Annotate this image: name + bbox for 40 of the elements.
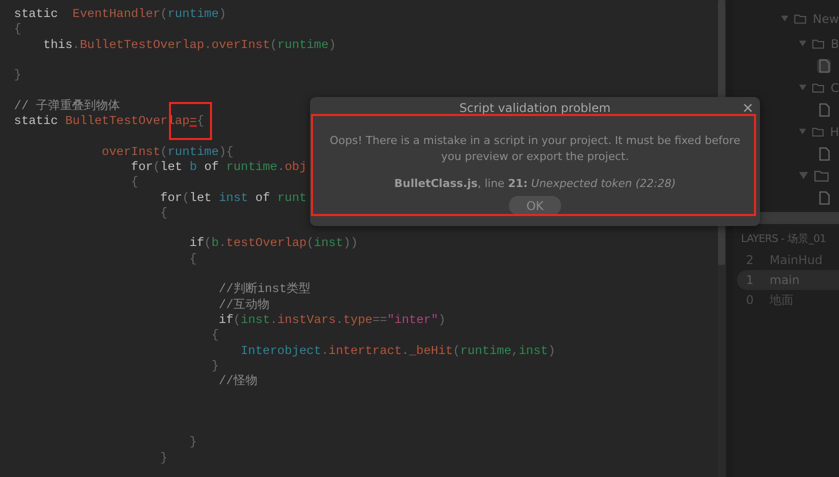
code-line: if(b.testOverlap(inst)): [188, 236, 358, 252]
code-line: {: [188, 252, 197, 268]
code-line: this.BulletTestOverlap.overInst(runtime): [42, 38, 336, 53]
code-line: //怪物: [218, 374, 258, 390]
code-line: {: [130, 175, 138, 191]
code-line: {: [14, 22, 22, 38]
code-line: if(inst.instVars.type=="inter"): [218, 312, 446, 328]
file-icon[interactable]: [817, 190, 831, 204]
code-line: {: [159, 206, 168, 222]
code-line: }: [188, 435, 197, 451]
folder-icon: [794, 12, 807, 24]
code-line: // 子弹重叠到物体: [14, 98, 120, 114]
folder-icon: [812, 126, 824, 138]
code-line: //判断inst类型: [218, 282, 311, 298]
folder-icon: [814, 170, 829, 182]
file-icon[interactable]: [817, 146, 831, 160]
code-line: }: [210, 358, 219, 374]
close-button[interactable]: ✕: [742, 100, 754, 116]
code-line: static EventHandler(runtime): [14, 7, 226, 22]
error-detail: BulletClass.js, line 21: Unexpected token (22:28): [394, 177, 676, 190]
code-line: }: [159, 450, 168, 466]
code-line: {: [210, 328, 219, 344]
file-icon[interactable]: [817, 102, 831, 116]
code-line: }: [14, 68, 22, 84]
code-line: overInst(runtime){: [100, 144, 234, 160]
code-line: Interobject.intertract._beHit(runtime,inst): [240, 344, 556, 359]
code-line: for(let inst of runt: [159, 190, 307, 206]
expanded-arrow-icon[interactable]: [799, 84, 806, 91]
code-line: //互动物: [218, 298, 270, 313]
expanded-arrow-icon[interactable]: [781, 15, 788, 22]
expanded-arrow-icon[interactable]: [799, 172, 808, 179]
code-line: for(let b of runtime.obj: [130, 160, 307, 176]
expanded-arrow-icon[interactable]: [799, 40, 806, 47]
file-icon[interactable]: [817, 58, 831, 72]
expanded-arrow-icon[interactable]: [799, 128, 806, 135]
folder-icon: [812, 82, 825, 94]
ok-button[interactable]: OK: [509, 196, 561, 215]
dialog-title: Script validation problem: [459, 101, 611, 115]
folder-icon: [812, 38, 825, 50]
error-message: Oops! There is a mistake in a script in your project. It must be fixed before you preview or export the project.: [328, 133, 742, 165]
